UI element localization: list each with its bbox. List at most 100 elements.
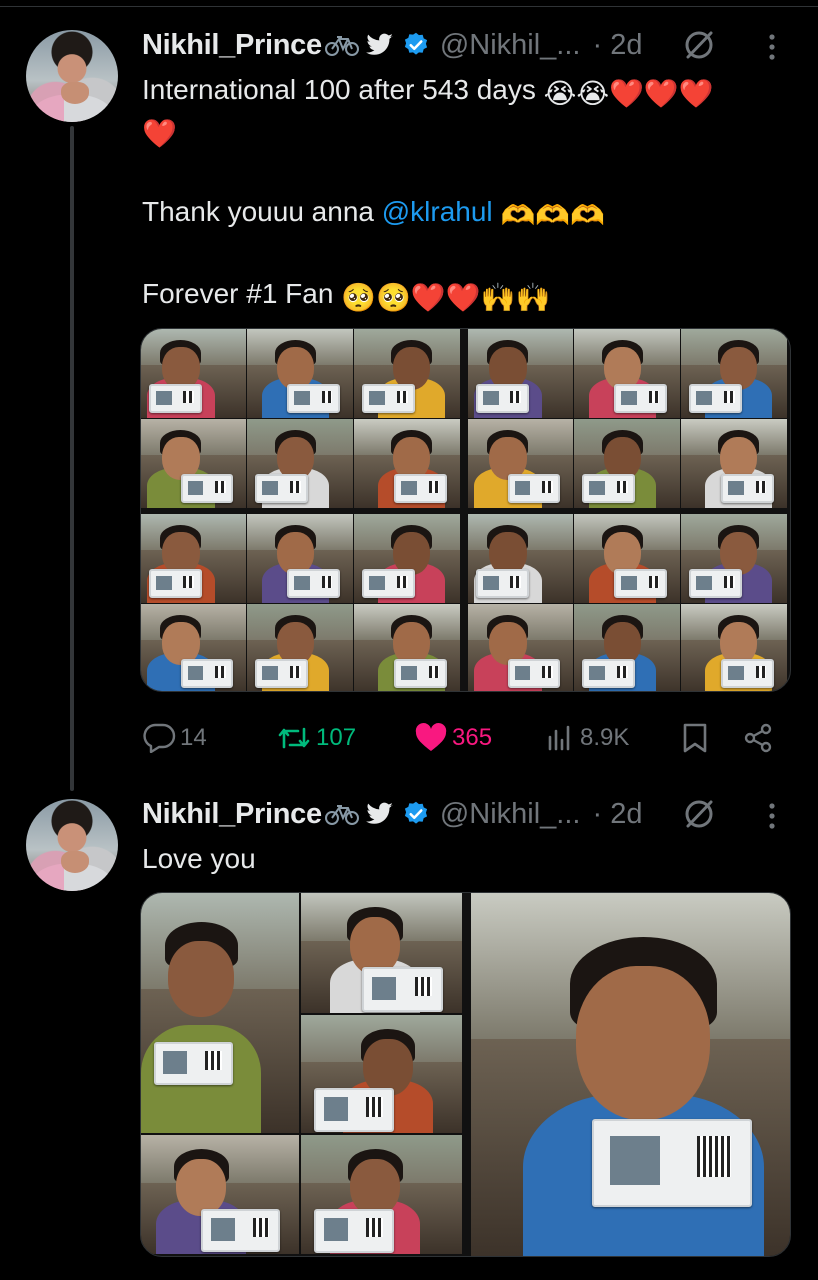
qr-card bbox=[153, 1041, 233, 1086]
bookmark-icon bbox=[683, 723, 707, 753]
photo-tile[interactable] bbox=[301, 1015, 462, 1133]
timestamp[interactable]: · 2d bbox=[592, 29, 642, 62]
author-handle[interactable]: @Nikhil_... bbox=[440, 29, 581, 62]
qr-card bbox=[255, 474, 309, 504]
qr-card bbox=[287, 569, 341, 599]
photo-tile[interactable] bbox=[247, 514, 353, 603]
qr-card bbox=[149, 569, 202, 599]
reply-count: 14 bbox=[180, 724, 207, 751]
emoji-sequence: 😭😭❤️❤️❤️ bbox=[543, 78, 714, 109]
photo-tile[interactable] bbox=[681, 604, 787, 691]
tweet-header: Nikhil_Prince @Nikhil_... · 2d bbox=[142, 26, 792, 64]
grok-icon[interactable] bbox=[682, 797, 716, 831]
tweet-actions: 14 107 365 8.9K bbox=[142, 718, 782, 758]
photo-tile[interactable] bbox=[468, 604, 573, 691]
more-vertical-icon[interactable] bbox=[760, 30, 784, 64]
verified-badge-icon bbox=[404, 801, 427, 824]
avatar[interactable] bbox=[26, 30, 118, 122]
photo-tile[interactable] bbox=[468, 329, 573, 418]
qr-card bbox=[180, 659, 234, 689]
author-handle[interactable]: @Nikhil_... bbox=[440, 798, 581, 831]
heart-icon bbox=[415, 723, 447, 751]
qr-card bbox=[689, 569, 743, 599]
photo-tile[interactable] bbox=[468, 419, 573, 508]
tweet-text: Forever #1 Fan bbox=[142, 278, 342, 309]
bicycle-icon bbox=[324, 36, 359, 56]
qr-card bbox=[507, 474, 561, 504]
qr-card bbox=[201, 1208, 281, 1253]
views-button[interactable]: 8.9K bbox=[546, 718, 629, 758]
tweet-media-grid[interactable] bbox=[140, 892, 791, 1257]
photo-tile[interactable] bbox=[354, 514, 460, 603]
photo-tile[interactable] bbox=[141, 604, 246, 691]
photo-tile[interactable] bbox=[574, 329, 680, 418]
photo-tile[interactable] bbox=[301, 1135, 462, 1254]
qr-card bbox=[592, 1119, 752, 1208]
retweet-button[interactable]: 107 bbox=[276, 718, 356, 758]
tweet-text-line-2: ❤️ bbox=[142, 110, 177, 154]
qr-card bbox=[689, 384, 743, 414]
photo-tile[interactable] bbox=[247, 419, 353, 508]
photo-tile[interactable] bbox=[681, 419, 787, 508]
more-vertical-icon[interactable] bbox=[760, 799, 784, 833]
like-button[interactable]: 365 bbox=[414, 718, 492, 758]
bicycle-icon bbox=[324, 805, 359, 825]
photo-tile[interactable] bbox=[354, 329, 460, 418]
share-icon bbox=[744, 723, 772, 753]
qr-card bbox=[721, 659, 775, 689]
tweet-text: Love you bbox=[142, 843, 256, 874]
photo-tile[interactable] bbox=[354, 604, 460, 691]
tweet-text: Thank youuu anna bbox=[142, 196, 382, 227]
tweet-text-line-1: International 100 after 543 days 😭😭❤️❤️❤… bbox=[142, 70, 714, 114]
qr-card bbox=[476, 384, 529, 414]
photo-tile[interactable] bbox=[141, 893, 299, 1133]
qr-card bbox=[362, 569, 416, 599]
qr-card bbox=[582, 659, 636, 689]
photo-tile[interactable] bbox=[141, 329, 246, 418]
qr-card bbox=[476, 569, 529, 599]
photo-tile[interactable] bbox=[354, 419, 460, 508]
thread-connector-line bbox=[70, 126, 74, 791]
reply-button[interactable]: 14 bbox=[142, 718, 207, 758]
author-name[interactable]: Nikhil_Prince bbox=[142, 798, 322, 831]
retweet-icon bbox=[278, 727, 310, 749]
photo-tile[interactable] bbox=[574, 514, 680, 603]
tweet-text-line-3: Thank youuu anna @klrahul 🫶🫶🫶 bbox=[142, 192, 605, 236]
mention-link[interactable]: @klrahul bbox=[382, 196, 493, 227]
bookmark-button[interactable] bbox=[680, 718, 710, 758]
photo-tile[interactable] bbox=[247, 604, 353, 691]
photo-tile[interactable] bbox=[141, 419, 246, 508]
qr-card bbox=[149, 384, 202, 414]
photo-tile[interactable] bbox=[141, 514, 246, 603]
grok-icon[interactable] bbox=[682, 28, 716, 62]
top-divider bbox=[0, 6, 818, 7]
qr-card bbox=[721, 474, 775, 504]
qr-card bbox=[255, 659, 309, 689]
timestamp[interactable]: · 2d bbox=[592, 798, 642, 831]
qr-card bbox=[362, 384, 416, 414]
photo-tile[interactable] bbox=[301, 893, 462, 1013]
like-count: 365 bbox=[452, 724, 493, 751]
qr-card bbox=[287, 384, 341, 414]
author-name[interactable]: Nikhil_Prince bbox=[142, 29, 322, 62]
photo-tile[interactable] bbox=[471, 893, 790, 1256]
tweet-text: International 100 after 543 days bbox=[142, 74, 544, 105]
photo-tile[interactable] bbox=[681, 329, 787, 418]
photo-tile[interactable] bbox=[574, 604, 680, 691]
qr-card bbox=[313, 1088, 395, 1133]
qr-card bbox=[362, 967, 443, 1012]
share-button[interactable] bbox=[742, 718, 774, 758]
photo-tile[interactable] bbox=[574, 419, 680, 508]
qr-card bbox=[394, 659, 448, 689]
photo-tile[interactable] bbox=[247, 329, 353, 418]
heart-emoji: ❤️ bbox=[142, 118, 177, 149]
tweet-text-line-4: Forever #1 Fan 🥺🥺❤️❤️🙌🙌 bbox=[142, 274, 550, 318]
photo-tile[interactable] bbox=[141, 1135, 299, 1254]
tweet-media-grid[interactable] bbox=[140, 328, 791, 692]
qr-card bbox=[313, 1208, 395, 1254]
views-icon bbox=[548, 725, 570, 751]
qr-card bbox=[507, 659, 561, 689]
photo-tile[interactable] bbox=[681, 514, 787, 603]
photo-tile[interactable] bbox=[468, 514, 573, 603]
avatar[interactable] bbox=[26, 799, 118, 891]
